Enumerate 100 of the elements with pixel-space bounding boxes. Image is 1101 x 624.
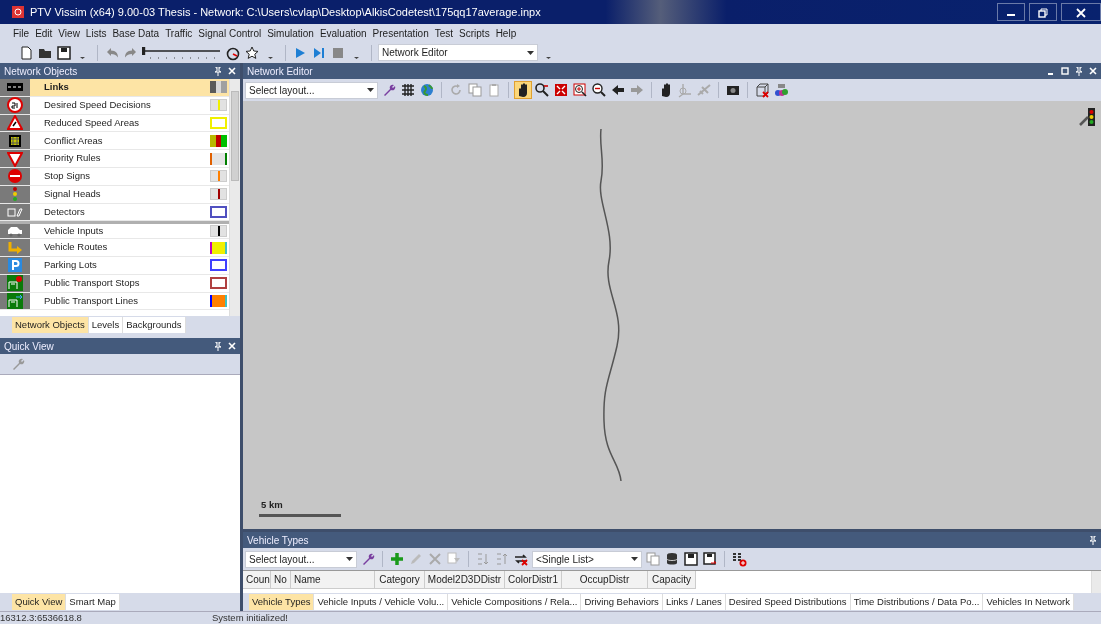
cube-icon[interactable]: [754, 82, 770, 98]
column-header[interactable]: Name: [291, 571, 375, 589]
restore-icon: [1038, 8, 1048, 19]
list-item[interactable]: Vehicle Routes: [0, 239, 229, 257]
save-as-icon[interactable]: [702, 551, 718, 567]
list-item[interactable]: Public Transport Lines: [0, 292, 229, 311]
speed-limit-sign-icon: [7, 97, 23, 114]
tab[interactable]: Desired Speed Distributions: [725, 593, 851, 611]
tab[interactable]: Driving Behaviors: [581, 593, 663, 611]
clear-sort-icon[interactable]: [513, 551, 529, 567]
save-icon[interactable]: [56, 44, 72, 61]
panel-title: Network Objects: [4, 64, 78, 79]
clipboard-icon[interactable]: [486, 82, 502, 98]
list-item[interactable]: Desired Speed Decisions: [0, 96, 229, 115]
menu-item[interactable]: Base Data: [109, 25, 163, 41]
scrollbar[interactable]: [229, 79, 240, 316]
zoom-select-icon[interactable]: [534, 82, 550, 98]
tab[interactable]: Quick View: [12, 593, 67, 611]
tab[interactable]: Vehicle Compositions / Rela...: [448, 593, 582, 611]
stop-sign-icon: [7, 168, 23, 185]
column-header[interactable]: ColorDistr1: [505, 571, 562, 589]
list-item[interactable]: Vehicle Inputs: [0, 221, 229, 240]
grid-icon[interactable]: [400, 82, 416, 98]
route-arrow-icon: [7, 239, 23, 256]
signal-wrench-icon[interactable]: [1079, 107, 1097, 127]
tab[interactable]: Network Objects: [12, 316, 89, 334]
status-coordinates: 16312.3:6536618.8: [0, 610, 82, 624]
layout-dropdown[interactable]: Select layout...: [245, 81, 378, 99]
caret-icon: [631, 557, 638, 561]
window-title: PTV Vissim (x64) 9.00-03 Thesis - Network: C:\Users\cvlap\Desktop\AlkisCodetest\175qq17average.inpx: [30, 4, 542, 20]
bus-stop-icon: [7, 275, 23, 292]
zoom-in-icon[interactable]: [572, 82, 588, 98]
list-item[interactable]: Signal Heads: [0, 185, 229, 204]
hand-icon[interactable]: [515, 82, 531, 98]
menu-item[interactable]: Lists: [82, 25, 110, 41]
status-message: System initialized!: [211, 610, 288, 624]
menu-item[interactable]: Traffic: [162, 25, 196, 41]
caret-icon: [527, 50, 534, 55]
list-item[interactable]: Public Transport Stops: [0, 274, 229, 293]
restore-button[interactable]: [1029, 3, 1057, 21]
speed-slider[interactable]: [142, 44, 222, 61]
tab[interactable]: Vehicles In Network: [983, 593, 1074, 611]
save-icon[interactable]: [683, 551, 699, 567]
menu-item[interactable]: Simulation: [264, 25, 317, 41]
menu-item[interactable]: Signal Control: [195, 25, 265, 41]
back-arrow-icon[interactable]: [610, 82, 626, 98]
panel-title: Network Editor: [247, 64, 313, 79]
yield-sign-icon: [7, 150, 23, 167]
list-dropdown[interactable]: <Single List>: [532, 550, 642, 568]
menu-item[interactable]: Evaluation: [316, 25, 370, 41]
minimize-button[interactable]: [997, 3, 1025, 21]
close-button[interactable]: [1061, 3, 1101, 21]
list-item[interactable]: Detectors: [0, 203, 229, 222]
checkered-square-icon: [7, 132, 23, 149]
app-logo-icon: [10, 4, 26, 20]
database-icon[interactable]: [664, 551, 680, 567]
close-icon: [1076, 8, 1086, 19]
menu-item[interactable]: View: [55, 25, 83, 41]
layout-dropdown[interactable]: Select layout...: [245, 550, 357, 568]
zoom-out-icon[interactable]: [591, 82, 607, 98]
tab[interactable]: Smart Map: [66, 593, 120, 611]
column-header[interactable]: No: [271, 571, 291, 589]
tab[interactable]: Vehicle Inputs / Vehicle Volu...: [314, 593, 449, 611]
menu-item[interactable]: Help: [492, 25, 520, 41]
column-header[interactable]: Category: [375, 571, 425, 589]
column-header[interactable]: Capacity: [648, 571, 696, 589]
grid-add-icon[interactable]: [731, 551, 747, 567]
tab[interactable]: Backgrounds: [123, 316, 186, 334]
tab[interactable]: Links / Lanes: [662, 593, 726, 611]
warning-sign-icon: [7, 115, 23, 131]
tab[interactable]: Vehicle Types: [249, 593, 315, 611]
parking-sign-icon: [7, 257, 23, 274]
list-item[interactable]: Parking Lots: [0, 256, 229, 275]
new-file-icon[interactable]: [18, 44, 34, 61]
tab[interactable]: Time Distributions / Data Po...: [850, 593, 984, 611]
column-header[interactable]: Model2D3DDistr: [425, 571, 505, 589]
plus-icon[interactable]: [389, 551, 405, 567]
scale-label: 5 km: [261, 497, 283, 512]
list-item[interactable]: Links: [0, 79, 229, 97]
tab[interactable]: Levels: [88, 316, 124, 334]
three-d-icon[interactable]: [773, 82, 789, 98]
column-header[interactable]: Coun: [243, 571, 271, 589]
menu-item[interactable]: Edit: [32, 25, 56, 41]
list-item[interactable]: Reduced Speed Areas: [0, 114, 229, 133]
caret-icon: [346, 557, 353, 561]
menu-item[interactable]: File: [10, 25, 33, 41]
list-item[interactable]: Conflict Areas: [0, 132, 229, 151]
menu-item[interactable]: Scripts: [456, 25, 493, 41]
list-item[interactable]: Stop Signs: [0, 168, 229, 186]
menu-item[interactable]: Presentation: [369, 25, 432, 41]
column-header[interactable]: OccupDistr: [562, 571, 648, 589]
scrollbar[interactable]: [1091, 571, 1101, 593]
star-icon[interactable]: [244, 44, 260, 61]
view-dropdown[interactable]: Network Editor: [378, 44, 538, 61]
panel-title: Quick View: [4, 339, 54, 354]
list-item[interactable]: Priority Rules: [0, 150, 229, 168]
menu-item[interactable]: Test: [431, 25, 457, 41]
caret-icon: [367, 88, 374, 92]
zoom-extent-icon[interactable]: [553, 82, 569, 98]
panel-title: Vehicle Types: [247, 533, 309, 548]
